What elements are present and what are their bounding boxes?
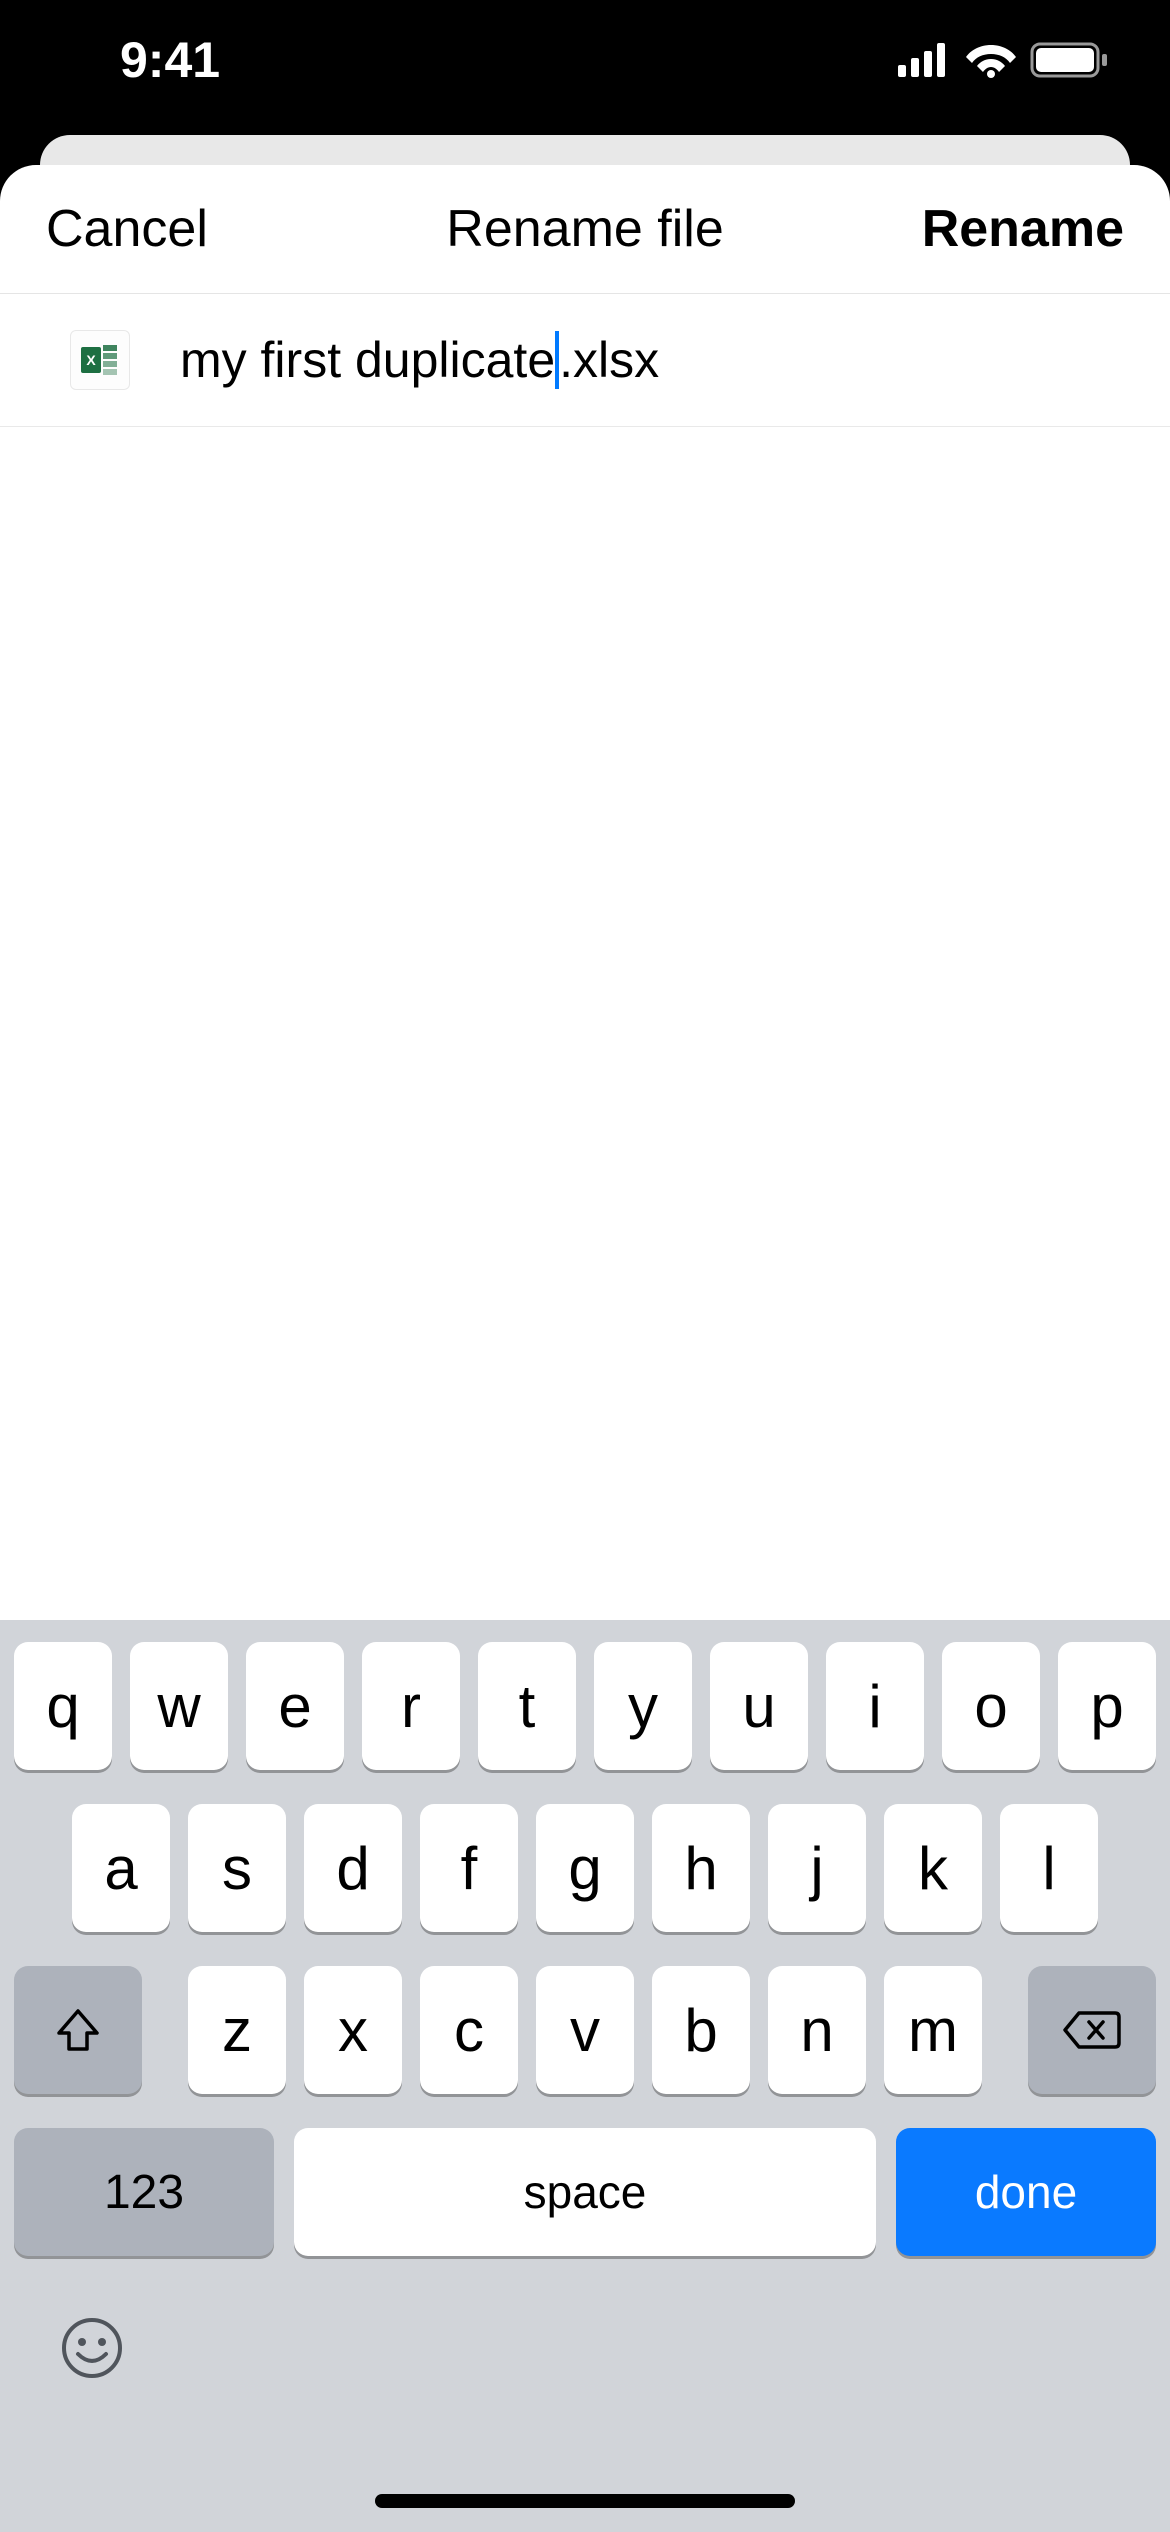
key-o[interactable]: o (942, 1642, 1040, 1770)
key-x[interactable]: x (304, 1966, 402, 2094)
status-time: 9:41 (120, 31, 220, 89)
key-v[interactable]: v (536, 1966, 634, 2094)
cancel-button[interactable]: Cancel (46, 199, 208, 259)
key-s[interactable]: s (188, 1804, 286, 1932)
key-p[interactable]: p (1058, 1642, 1156, 1770)
status-bar: 9:41 (0, 0, 1170, 140)
rename-button[interactable]: Rename (922, 199, 1124, 259)
filename-before-cursor: my first duplicate (180, 331, 555, 389)
rename-modal: Cancel Rename file Rename X my first dup… (0, 165, 1170, 2532)
shift-icon (53, 2005, 103, 2055)
cellular-icon (898, 43, 952, 77)
home-indicator[interactable] (375, 2494, 795, 2508)
backspace-icon (1063, 2009, 1121, 2051)
rename-button-label: Rename (922, 200, 1124, 258)
key-l[interactable]: l (1000, 1804, 1098, 1932)
keyboard-row-bottom: 123 space done (0, 2128, 1170, 2256)
done-key[interactable]: done (896, 2128, 1156, 2256)
key-y[interactable]: y (594, 1642, 692, 1770)
excel-file-icon: X (70, 330, 130, 390)
key-j[interactable]: j (768, 1804, 866, 1932)
key-k[interactable]: k (884, 1804, 982, 1932)
key-g[interactable]: g (536, 1804, 634, 1932)
backspace-key[interactable] (1028, 1966, 1156, 2094)
key-e[interactable]: e (246, 1642, 344, 1770)
keyboard-footer (0, 2286, 1170, 2385)
status-indicators (898, 42, 1110, 78)
modal-header: Cancel Rename file Rename (0, 165, 1170, 294)
emoji-icon (60, 2316, 124, 2380)
key-w[interactable]: w (130, 1642, 228, 1770)
keyboard-row-2: a s d f g h j k l (0, 1804, 1170, 1932)
key-u[interactable]: u (710, 1642, 808, 1770)
battery-icon (1030, 42, 1110, 78)
shift-key[interactable] (14, 1966, 142, 2094)
numbers-key[interactable]: 123 (14, 2128, 274, 2256)
key-t[interactable]: t (478, 1642, 576, 1770)
file-row: X my first duplicate.xlsx (0, 294, 1170, 427)
svg-text:X: X (86, 352, 96, 368)
keyboard-row-1: q w e r t y u i o p (0, 1642, 1170, 1770)
wifi-icon (966, 42, 1016, 78)
keyboard: q w e r t y u i o p a s d f g h j k l (0, 1620, 1170, 2532)
key-i[interactable]: i (826, 1642, 924, 1770)
key-r[interactable]: r (362, 1642, 460, 1770)
space-key[interactable]: space (294, 2128, 876, 2256)
key-c[interactable]: c (420, 1966, 518, 2094)
modal-title: Rename file (446, 199, 723, 259)
key-f[interactable]: f (420, 1804, 518, 1932)
key-d[interactable]: d (304, 1804, 402, 1932)
key-h[interactable]: h (652, 1804, 750, 1932)
emoji-key[interactable] (60, 2316, 124, 2385)
key-m[interactable]: m (884, 1966, 982, 2094)
key-z[interactable]: z (188, 1966, 286, 2094)
key-b[interactable]: b (652, 1966, 750, 2094)
filename-after-cursor: .xlsx (559, 331, 659, 389)
filename-input[interactable]: my first duplicate.xlsx (180, 331, 659, 389)
key-q[interactable]: q (14, 1642, 112, 1770)
keyboard-row-3: z x c v b n m (0, 1966, 1170, 2094)
key-n[interactable]: n (768, 1966, 866, 2094)
key-a[interactable]: a (72, 1804, 170, 1932)
